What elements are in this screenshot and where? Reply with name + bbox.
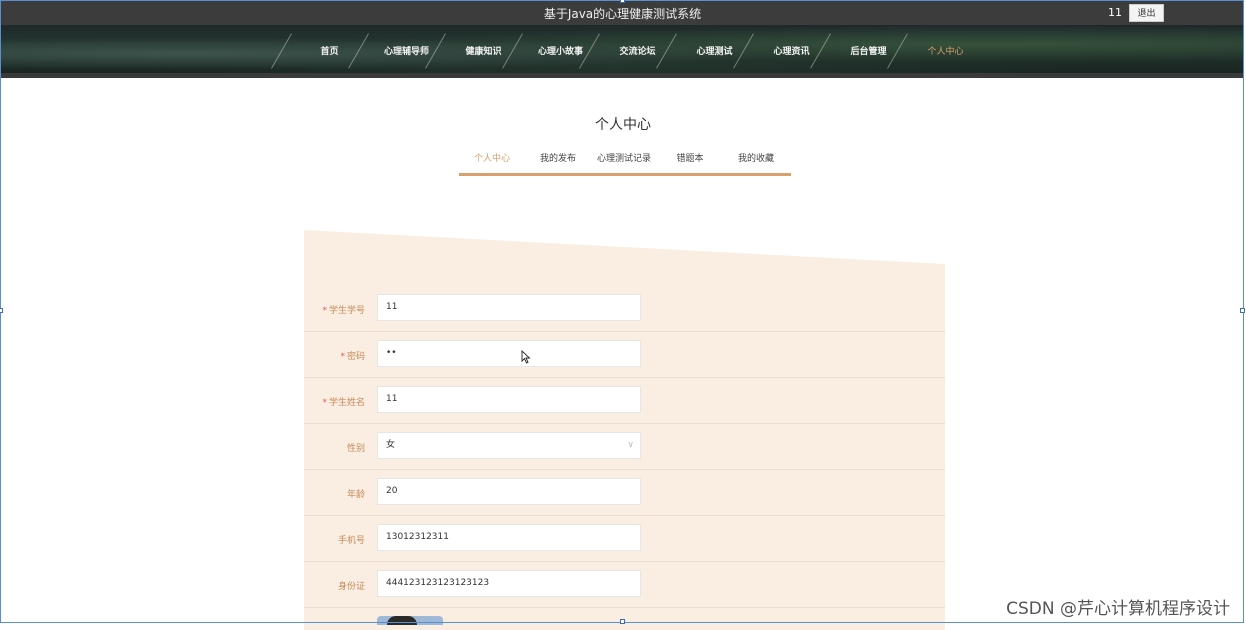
nav-item-psych-test[interactable]: 心理测试 — [676, 25, 753, 73]
form-row-student-name: * 学生姓名 11 — [304, 378, 945, 424]
resize-handle-bottom[interactable] — [620, 619, 625, 624]
field-label: * 学生姓名 — [322, 398, 365, 408]
field-label: 年龄 — [346, 490, 365, 500]
nav-item-health-knowledge[interactable]: 健康知识 — [445, 25, 522, 73]
field-label: 性别 — [346, 444, 365, 454]
logout-button[interactable]: 退出 — [1129, 4, 1164, 22]
gender-selected-value: 女 — [386, 440, 396, 450]
resize-handle-top[interactable] — [620, 0, 625, 3]
current-username: 11 — [1108, 6, 1122, 19]
form-row-age: 年龄 20 — [304, 470, 945, 516]
site-title: 基于Java的心理健康测试系统 — [543, 7, 702, 21]
field-label: * 学生学号 — [322, 306, 365, 316]
student-id-input[interactable]: 11 — [377, 294, 641, 321]
age-input[interactable]: 20 — [377, 478, 641, 505]
phone-input[interactable]: 13012312311 — [377, 524, 641, 551]
form-row-password: * 密码 •• — [304, 332, 945, 378]
nav-item-stories[interactable]: 心理小故事 — [522, 25, 599, 73]
mouse-cursor-icon — [521, 350, 531, 364]
resize-handle-right[interactable] — [1240, 308, 1245, 313]
form-row-phone: 手机号 13012312311 — [304, 516, 945, 562]
password-input[interactable]: •• — [377, 340, 641, 367]
nav-item-profile[interactable]: 个人中心 — [907, 25, 984, 73]
nav-item-forum[interactable]: 交流论坛 — [599, 25, 676, 73]
id-card-input[interactable]: 444123123123123123 — [377, 570, 641, 597]
avatar-image[interactable] — [377, 616, 443, 625]
main-navbar: 首页 心理辅导师 健康知识 心理小故事 交流论坛 心理测试 心理资讯 后台管理 … — [1, 25, 1244, 73]
tab-wrong-questions[interactable]: 错题本 — [657, 148, 723, 173]
tab-test-records[interactable]: 心理测试记录 — [591, 148, 657, 173]
top-bar: 基于Java的心理健康测试系统 11 退出 — [1, 1, 1244, 25]
nav-item-home[interactable]: 首页 — [291, 25, 368, 73]
field-label: 身份证 — [337, 582, 365, 592]
page-title: 个人中心 — [595, 117, 651, 133]
resize-handle-left[interactable] — [0, 308, 3, 313]
student-name-input[interactable]: 11 — [377, 386, 641, 413]
form-row-gender: 性别 女 ∨ — [304, 424, 945, 470]
tab-favorites[interactable]: 我的收藏 — [723, 148, 789, 173]
tab-my-posts[interactable]: 我的发布 — [525, 148, 591, 173]
nav-item-admin[interactable]: 后台管理 — [830, 25, 907, 73]
form-row-student-id: * 学生学号 11 — [304, 286, 945, 332]
profile-tabs: 个人中心 我的发布 心理测试记录 错题本 我的收藏 — [459, 148, 791, 176]
field-label: 手机号 — [337, 536, 365, 546]
tab-profile[interactable]: 个人中心 — [459, 148, 525, 173]
form-row-id-card: 身份证 444123123123123123 — [304, 562, 945, 608]
nav-item-counselor[interactable]: 心理辅导师 — [368, 25, 445, 73]
nav-items: 首页 心理辅导师 健康知识 心理小故事 交流论坛 心理测试 心理资讯 后台管理 … — [291, 25, 984, 73]
navbar-divider — [1, 73, 1244, 78]
watermark: CSDN @芹心计算机程序设计 — [1006, 599, 1230, 619]
field-label: * 密码 — [340, 352, 365, 362]
gender-select[interactable]: 女 ∨ — [377, 432, 641, 459]
chevron-down-icon: ∨ — [627, 440, 634, 450]
nav-item-news[interactable]: 心理资讯 — [753, 25, 830, 73]
